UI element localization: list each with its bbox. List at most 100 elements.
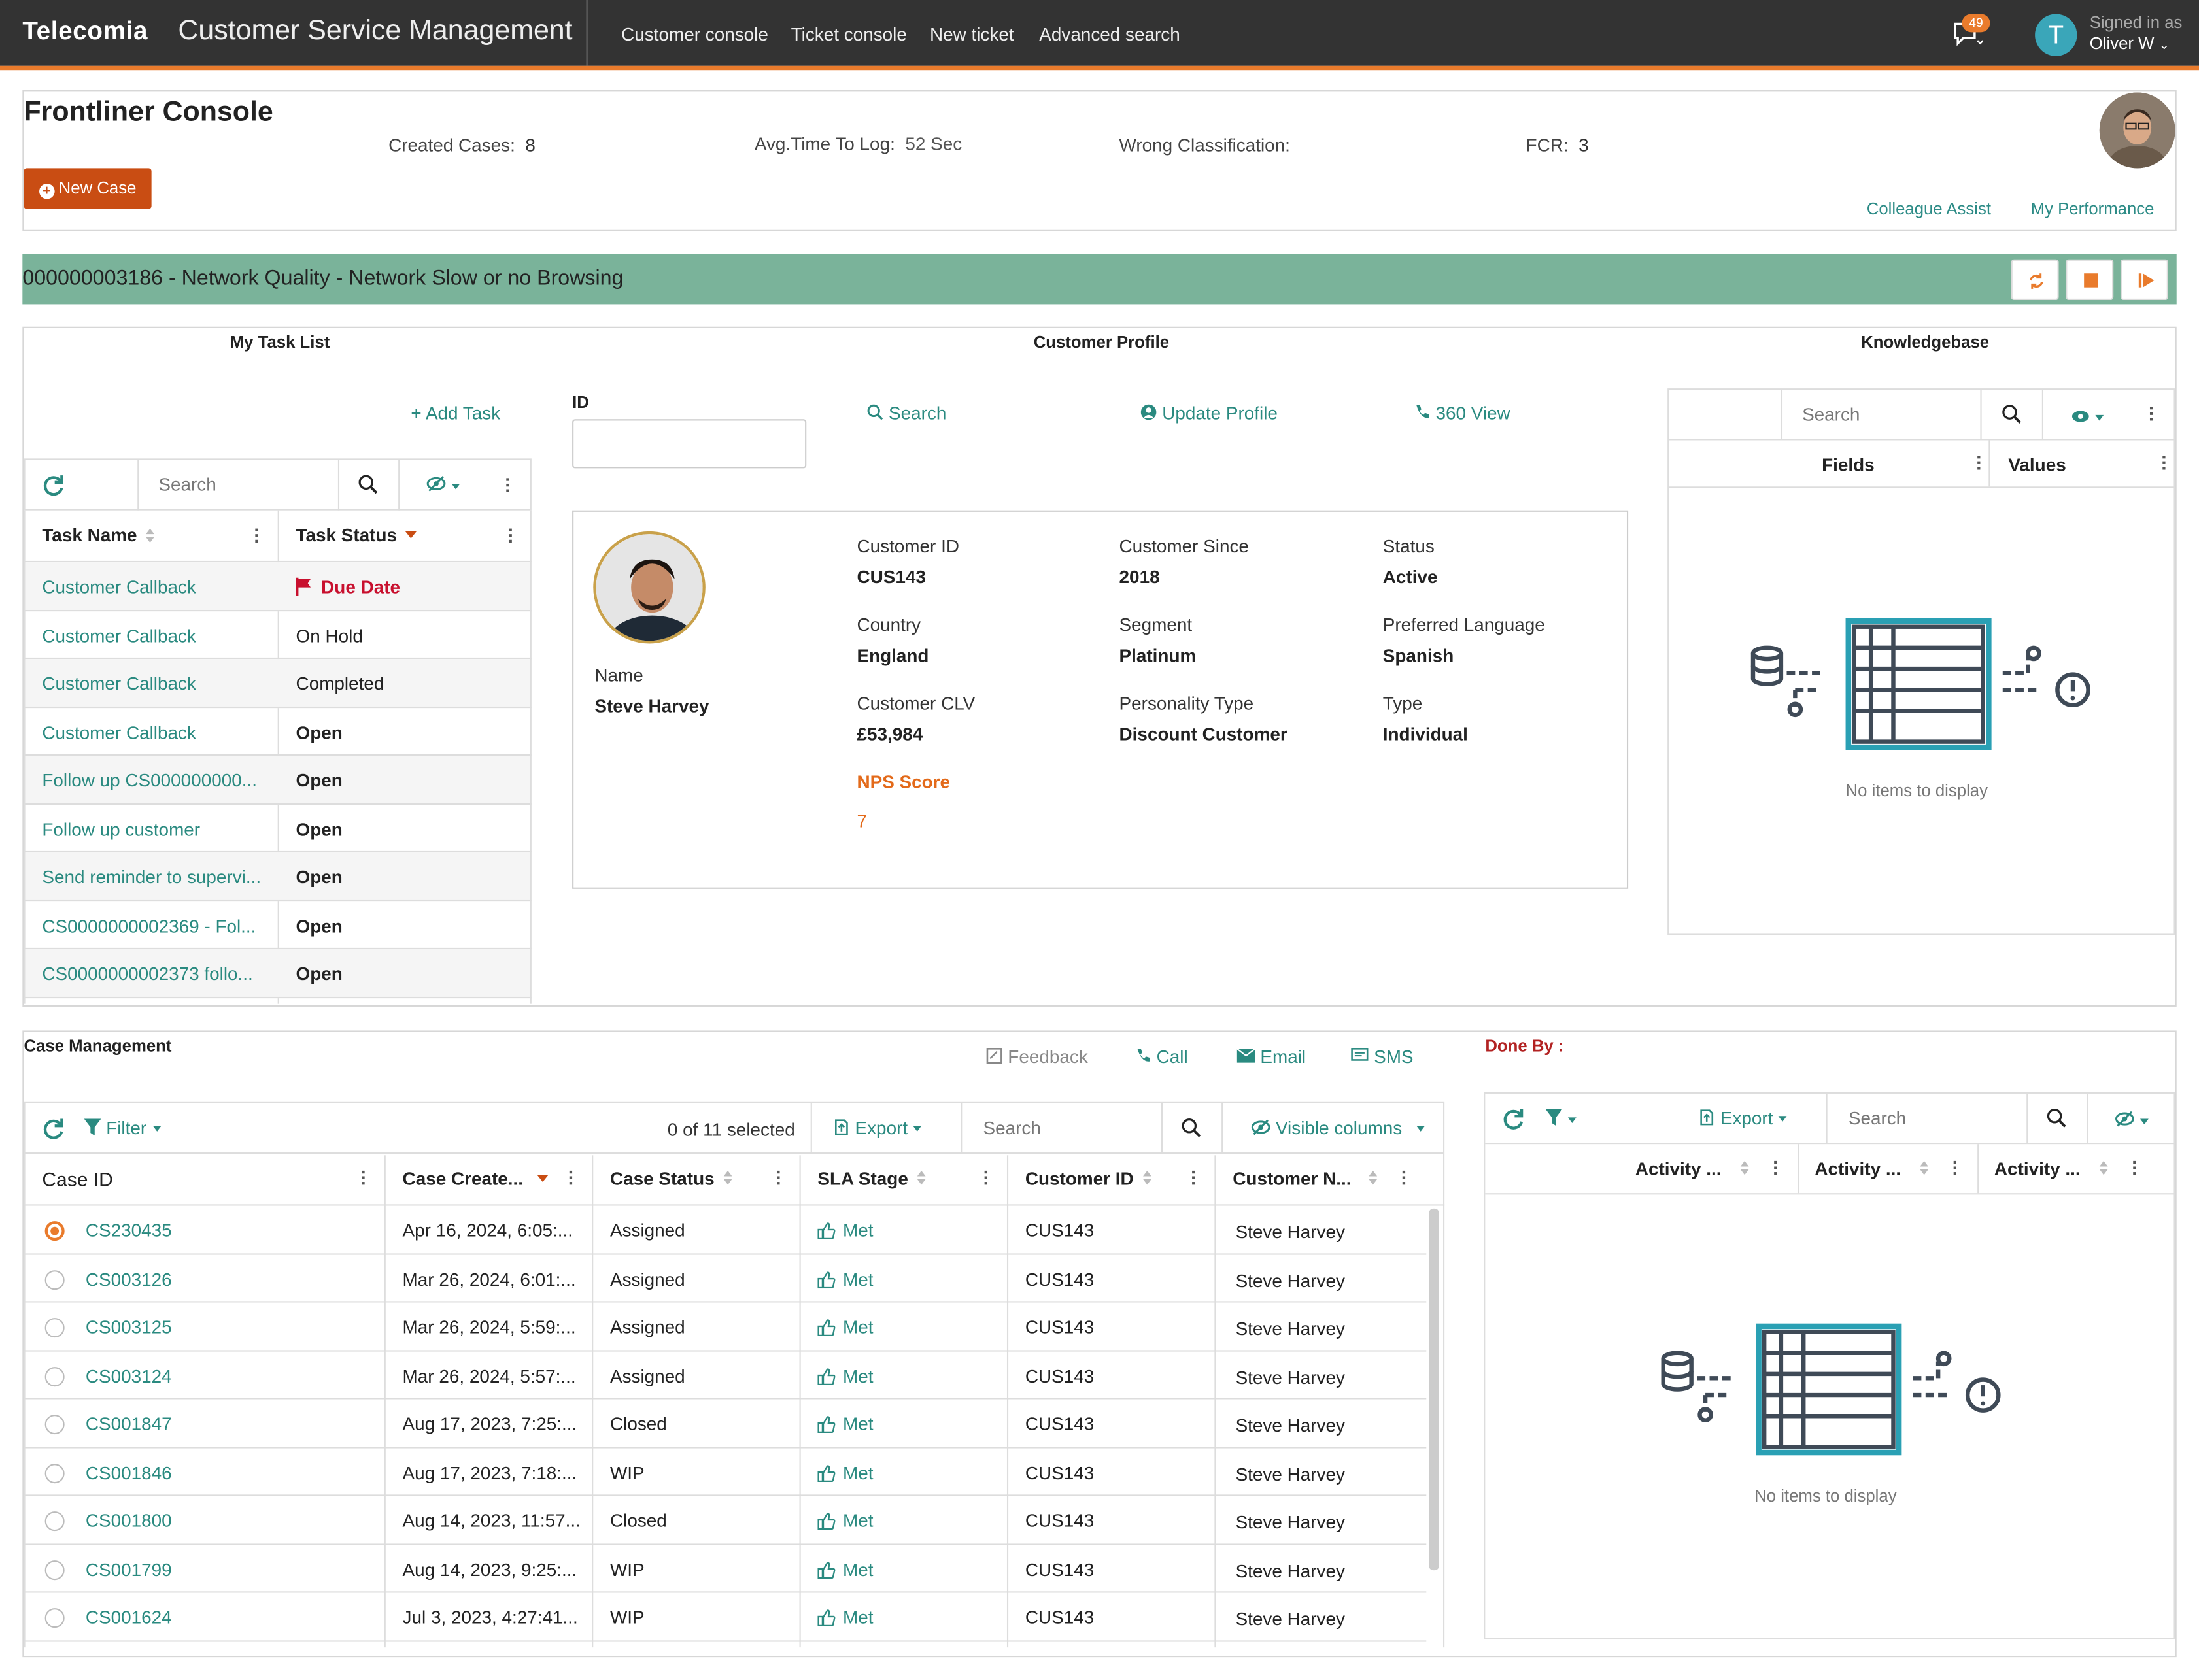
- more-options-icon[interactable]: [506, 478, 510, 494]
- case-id-link[interactable]: CS001847: [86, 1413, 172, 1434]
- view-360-button[interactable]: 360 View: [1414, 403, 1510, 424]
- row-select-radio[interactable]: [44, 1415, 65, 1435]
- done-by-search-input[interactable]: Search: [1849, 1107, 1906, 1128]
- column-header-task-status[interactable]: Task Status: [296, 524, 397, 545]
- nav-new-ticket[interactable]: New ticket: [930, 24, 1014, 44]
- refresh-icon[interactable]: [41, 1116, 66, 1141]
- feedback-button[interactable]: Feedback: [986, 1046, 1088, 1067]
- case-id-link[interactable]: CS230435: [86, 1220, 172, 1241]
- next-button[interactable]: [2120, 259, 2168, 300]
- task-search-input[interactable]: Search: [158, 474, 216, 495]
- sms-button[interactable]: SMS: [1350, 1046, 1414, 1067]
- case-id-link[interactable]: CS001799: [86, 1558, 172, 1579]
- hide-columns-button[interactable]: [2115, 1111, 2149, 1132]
- column-menu-icon[interactable]: [1977, 456, 1981, 471]
- nav-customer-console[interactable]: Customer console: [621, 24, 768, 44]
- row-select-radio[interactable]: [44, 1560, 65, 1580]
- search-icon[interactable]: [1181, 1117, 1202, 1138]
- sort-icon[interactable]: [723, 1170, 734, 1185]
- sort-icon[interactable]: [917, 1170, 927, 1185]
- more-options-icon[interactable]: [2149, 406, 2154, 422]
- user-menu[interactable]: Oliver W ⌄: [2090, 33, 2170, 53]
- column-header-activity[interactable]: Activity ...: [1994, 1158, 2081, 1179]
- task-name-link[interactable]: Customer Callback: [42, 673, 196, 694]
- column-header-case-created[interactable]: Case Create...: [403, 1168, 523, 1189]
- row-select-radio[interactable]: [44, 1463, 65, 1483]
- sort-icon[interactable]: [1920, 1160, 1930, 1175]
- visible-columns-button[interactable]: Visible columns: [1251, 1117, 1425, 1139]
- table-scrollbar[interactable]: [1429, 1208, 1439, 1571]
- task-name-link[interactable]: Follow up customer: [42, 818, 200, 839]
- refresh-icon[interactable]: [1501, 1106, 1526, 1132]
- sort-icon[interactable]: [1143, 1170, 1153, 1185]
- case-id-link[interactable]: CS001800: [86, 1510, 172, 1531]
- column-header-activity[interactable]: Activity ...: [1635, 1158, 1722, 1179]
- column-header-task-name[interactable]: Task Name: [42, 524, 137, 545]
- customer-search-button[interactable]: Search: [866, 403, 946, 424]
- sort-desc-icon[interactable]: [537, 1175, 549, 1183]
- customer-id-input[interactable]: [572, 419, 807, 469]
- knowledgebase-search-input[interactable]: Search: [1802, 404, 1860, 425]
- column-menu-icon[interactable]: [984, 1170, 989, 1186]
- sort-icon[interactable]: [1369, 1170, 1378, 1185]
- column-menu-icon[interactable]: [1774, 1160, 1778, 1177]
- column-header-activity[interactable]: Activity ...: [1815, 1158, 1901, 1179]
- column-menu-icon[interactable]: [362, 1170, 366, 1186]
- brand-logo[interactable]: Telecomia: [22, 17, 148, 46]
- column-menu-icon[interactable]: [509, 528, 513, 545]
- task-name-link[interactable]: Customer Callback: [42, 625, 196, 646]
- search-icon[interactable]: [358, 474, 379, 495]
- my-performance-link[interactable]: My Performance: [2031, 199, 2155, 219]
- column-header-customer-id[interactable]: Customer ID: [1025, 1168, 1134, 1189]
- column-header-fields[interactable]: Fields: [1822, 454, 1875, 475]
- user-avatar[interactable]: T: [2035, 14, 2077, 56]
- nav-ticket-console[interactable]: Ticket console: [791, 24, 907, 44]
- row-select-radio[interactable]: [44, 1318, 65, 1338]
- column-menu-icon[interactable]: [2162, 456, 2166, 471]
- sort-desc-icon[interactable]: [405, 531, 417, 539]
- sort-icon[interactable]: [146, 528, 156, 543]
- row-select-radio[interactable]: [44, 1608, 65, 1628]
- column-header-case-id[interactable]: Case ID: [42, 1168, 112, 1190]
- column-menu-icon[interactable]: [255, 528, 259, 545]
- hide-columns-button[interactable]: [426, 475, 460, 496]
- refresh-icon[interactable]: [41, 473, 66, 498]
- column-menu-icon[interactable]: [777, 1170, 781, 1186]
- column-menu-icon[interactable]: [1192, 1170, 1196, 1186]
- column-menu-icon[interactable]: [1953, 1160, 1958, 1177]
- done-by-export-button[interactable]: Export: [1698, 1107, 1787, 1129]
- case-id-link[interactable]: CS003126: [86, 1268, 172, 1289]
- add-task-button[interactable]: + Add Task: [411, 403, 500, 424]
- task-name-link[interactable]: CS0000000002369 - Fol...: [42, 915, 256, 935]
- view-options-button[interactable]: [2071, 407, 2104, 428]
- column-menu-icon[interactable]: [2133, 1160, 2137, 1177]
- search-icon[interactable]: [2046, 1107, 2067, 1128]
- column-header-case-status[interactable]: Case Status: [610, 1168, 715, 1189]
- case-search-input[interactable]: Search: [983, 1117, 1041, 1138]
- row-select-radio[interactable]: [44, 1221, 65, 1241]
- case-id-link[interactable]: CS003124: [86, 1365, 172, 1386]
- refresh-button[interactable]: [2011, 259, 2059, 300]
- search-icon[interactable]: [2002, 404, 2022, 425]
- column-menu-icon[interactable]: [1402, 1170, 1406, 1186]
- column-header-values[interactable]: Values: [2008, 454, 2066, 475]
- call-button[interactable]: Call: [1134, 1046, 1188, 1067]
- case-id-link[interactable]: CS003125: [86, 1317, 172, 1337]
- filter-button[interactable]: Filter: [84, 1117, 161, 1139]
- colleague-assist-link[interactable]: Colleague Assist: [1867, 199, 1991, 219]
- task-name-link[interactable]: Customer Callback: [42, 721, 196, 742]
- task-name-link[interactable]: Follow up CS000000000...: [42, 769, 257, 790]
- row-select-radio[interactable]: [44, 1269, 65, 1290]
- column-menu-icon[interactable]: [569, 1170, 573, 1186]
- stop-button[interactable]: [2066, 259, 2114, 300]
- case-id-link[interactable]: CS001846: [86, 1462, 172, 1483]
- row-select-radio[interactable]: [44, 1511, 65, 1532]
- row-select-radio[interactable]: [44, 1366, 65, 1386]
- column-header-sla-stage[interactable]: SLA Stage: [817, 1168, 908, 1189]
- task-name-link[interactable]: CS0000000002373 follo...: [42, 963, 252, 984]
- case-id-link[interactable]: CS001624: [86, 1607, 172, 1628]
- update-profile-button[interactable]: Update Profile: [1140, 403, 1278, 424]
- task-name-link[interactable]: Send reminder to supervi...: [42, 866, 261, 887]
- nav-advanced-search[interactable]: Advanced search: [1039, 24, 1180, 44]
- sort-icon[interactable]: [2099, 1160, 2109, 1175]
